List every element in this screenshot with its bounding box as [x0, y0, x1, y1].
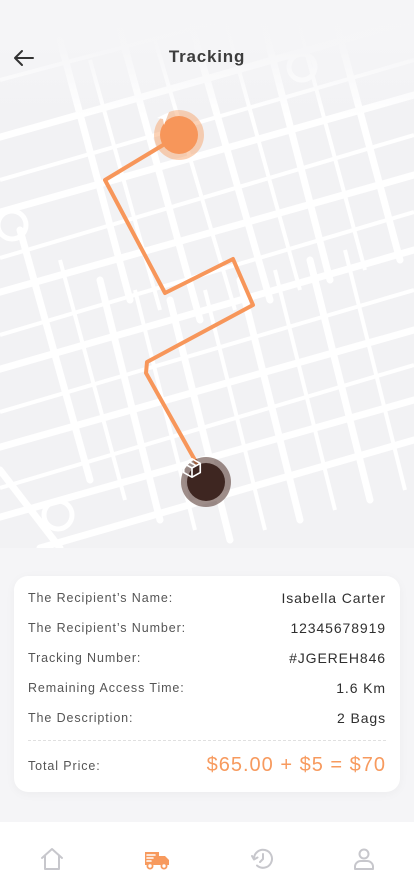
row-value: Isabella Carter — [281, 590, 386, 606]
bottom-navigation — [0, 822, 414, 896]
row-label: The Recipient’s Number: — [28, 621, 187, 635]
profile-icon — [354, 848, 374, 870]
row-label: The Description: — [28, 711, 134, 725]
destination-marker[interactable] — [181, 457, 231, 507]
tracking-details-card: The Recipient’s Name: Isabella Carter Th… — [14, 576, 400, 792]
delivery-truck-icon — [145, 852, 169, 870]
tracking-number-row: Tracking Number: #JGEREH846 — [28, 650, 386, 666]
row-value: 12345678919 — [290, 620, 386, 636]
history-icon — [251, 848, 273, 869]
remaining-access-time-row: Remaining Access Time: 1.6 Km — [28, 680, 386, 696]
page-title: Tracking — [168, 47, 246, 66]
description-row: The Description: 2 Bags — [28, 710, 386, 726]
row-value: #JGEREH846 — [289, 650, 386, 666]
row-label: The Recipient’s Name: — [28, 591, 174, 605]
total-price-row: Total Price: $65.00 + $5 = $70 — [28, 754, 386, 777]
home-icon — [41, 848, 63, 870]
total-price-value: $65.00 + $5 = $70 — [206, 754, 386, 776]
nav-history[interactable] — [248, 844, 278, 874]
row-value: 1.6 Km — [336, 680, 386, 696]
nav-delivery[interactable] — [142, 844, 172, 874]
row-label: Tracking Number: — [28, 651, 142, 665]
recipient-name-row: The Recipient’s Name: Isabella Carter — [28, 590, 386, 606]
recipient-number-row: The Recipient’s Number: 12345678919 — [28, 620, 386, 636]
row-value: 2 Bags — [337, 710, 386, 726]
package-box-icon — [182, 458, 202, 478]
origin-marker[interactable] — [154, 110, 204, 160]
total-price-label: Total Price: — [28, 758, 101, 773]
nav-profile[interactable] — [349, 844, 379, 874]
dashed-divider — [28, 740, 386, 741]
row-label: Remaining Access Time: — [28, 681, 185, 695]
header-bar: Tracking — [0, 0, 414, 116]
nav-home[interactable] — [37, 844, 67, 874]
